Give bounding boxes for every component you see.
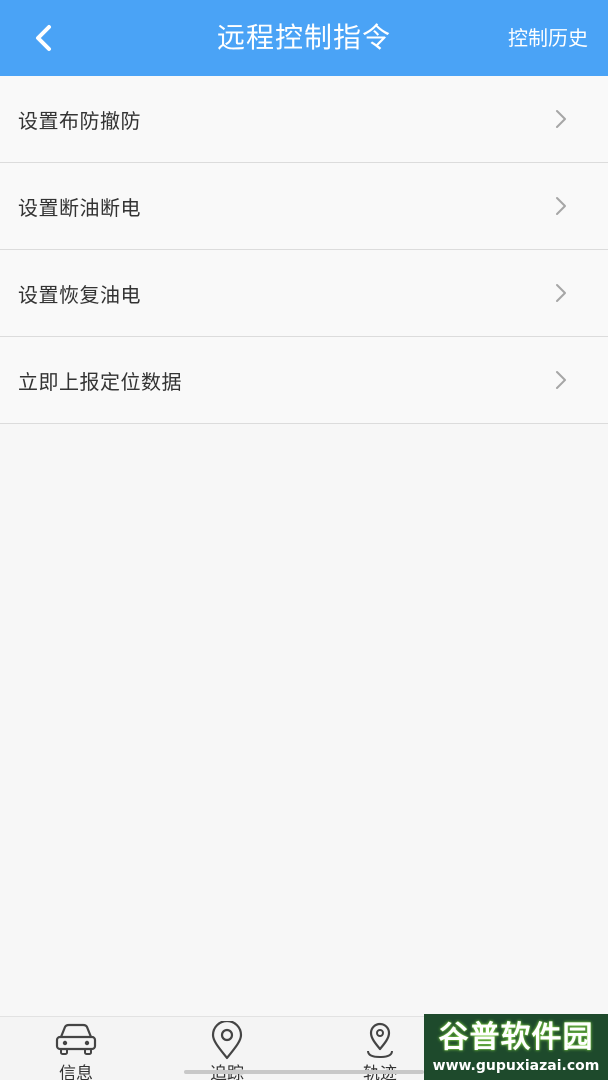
watermark-brand: 谷普软件园	[438, 1020, 594, 1055]
location-pin-icon	[211, 1021, 243, 1060]
menu-item-arm-disarm[interactable]: 设置布防撤防	[0, 76, 608, 163]
chevron-right-icon	[556, 110, 566, 128]
menu-item-label: 设置布防撤防	[18, 108, 141, 133]
chevron-right-icon	[556, 284, 566, 302]
command-list: 设置布防撤防 设置断油断电 设置恢复油电 立即上报定位数据	[0, 76, 608, 424]
menu-item-label: 立即上报定位数据	[18, 369, 182, 394]
menu-item-restore-oil-power[interactable]: 设置恢复油电	[0, 250, 608, 337]
watermark-logo: 谷普软件园 www.gupuxiazai.com	[424, 1014, 608, 1080]
back-button[interactable]	[18, 14, 70, 62]
menu-item-label: 设置断油断电	[18, 195, 141, 220]
chevron-right-icon	[556, 197, 566, 215]
track-pin-icon	[367, 1022, 393, 1059]
chevron-right-icon	[556, 371, 566, 389]
title-bar: 远程控制指令 控制历史	[0, 0, 608, 76]
home-indicator	[184, 1070, 424, 1074]
watermark-url: www.gupuxiazai.com	[432, 1058, 600, 1074]
menu-item-report-location[interactable]: 立即上报定位数据	[0, 337, 608, 424]
chevron-left-icon	[36, 25, 51, 51]
car-icon	[55, 1023, 97, 1055]
nav-tab-label: 信息	[59, 1064, 93, 1080]
menu-item-cut-oil-power[interactable]: 设置断油断电	[0, 163, 608, 250]
control-history-button[interactable]: 控制历史	[508, 0, 588, 76]
app-screen: 远程控制指令 控制历史 设置布防撤防 设置断油断电 设置恢复油电 立即上报定位数…	[0, 0, 608, 1080]
menu-item-label: 设置恢复油电	[18, 282, 141, 307]
nav-tab-info[interactable]: 信息	[21, 1017, 131, 1080]
